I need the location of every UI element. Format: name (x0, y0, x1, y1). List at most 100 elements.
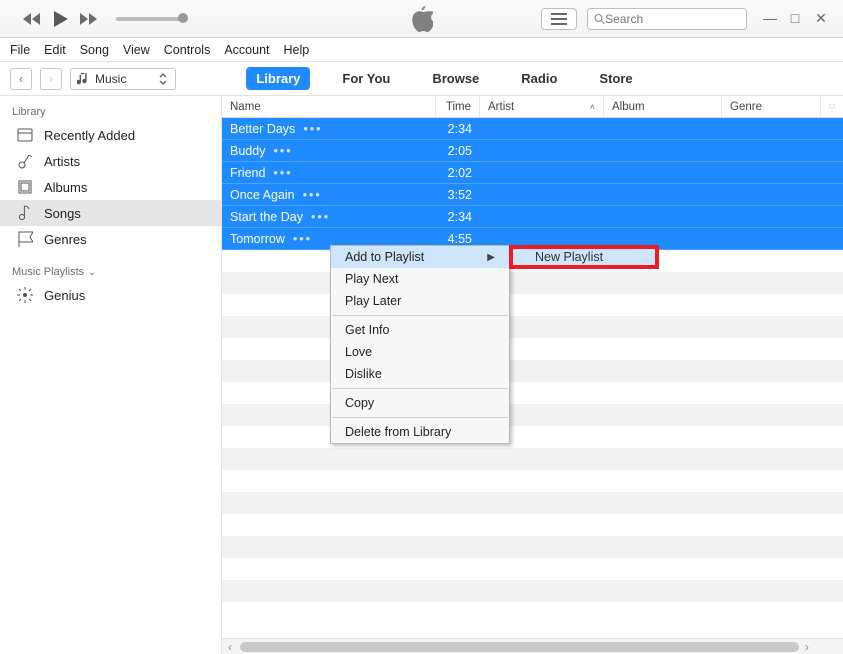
table-row (222, 536, 843, 558)
context-menu-item[interactable]: Add to Playlist▶ (331, 246, 509, 268)
table-row (222, 294, 843, 316)
volume-slider[interactable] (116, 17, 186, 21)
next-button[interactable] (78, 9, 98, 29)
tab-for-you[interactable]: For You (332, 67, 400, 90)
context-menu-item[interactable]: Delete from Library (331, 421, 509, 443)
list-view-button[interactable] (541, 8, 577, 30)
sidebar-item-recently-added[interactable]: Recently Added (0, 122, 221, 148)
scroll-left-icon[interactable]: ‹ (222, 640, 238, 654)
more-icon[interactable]: ••• (273, 144, 292, 158)
menu-song[interactable]: Song (80, 43, 109, 57)
context-menu-separator (332, 388, 508, 389)
menu-view[interactable]: View (123, 43, 150, 57)
table-row (222, 338, 843, 360)
nav-row: ‹ › Music Library For You Browse Radio S… (0, 62, 843, 96)
menu-help[interactable]: Help (284, 43, 310, 57)
forward-button[interactable]: › (40, 68, 62, 90)
col-time[interactable]: Time (436, 96, 480, 117)
tab-radio[interactable]: Radio (511, 67, 567, 90)
context-menu-item[interactable]: Love (331, 341, 509, 363)
sidebar-item-label: Albums (44, 180, 87, 195)
sidebar-header-playlists[interactable]: Music Playlists ⌄ (0, 262, 221, 282)
sidebar-item-label: Artists (44, 154, 80, 169)
prev-button[interactable] (22, 9, 42, 29)
sidebar-item-genres[interactable]: Genres (0, 226, 221, 252)
table-row (222, 382, 843, 404)
table-row (222, 492, 843, 514)
menu-edit[interactable]: Edit (44, 43, 66, 57)
context-menu-item[interactable]: Copy (331, 392, 509, 414)
horizontal-scrollbar[interactable]: ‹ › (222, 638, 843, 654)
content: Name Time Artist ˄ Album Genre Better Da… (222, 96, 843, 654)
player-controls (22, 9, 186, 29)
menu-account[interactable]: Account (224, 43, 269, 57)
song-name: Friend (230, 166, 265, 180)
sidebar-header-library: Library (0, 102, 221, 122)
sidebar-item-label: Songs (44, 206, 81, 221)
scroll-right-icon[interactable]: › (799, 640, 815, 654)
search-box[interactable] (587, 8, 747, 30)
table-row (222, 360, 843, 382)
source-selector[interactable]: Music (70, 68, 176, 90)
col-album[interactable]: Album (604, 96, 722, 117)
table-row (222, 316, 843, 338)
songs-icon (16, 205, 34, 221)
more-icon[interactable]: ••• (273, 166, 292, 180)
search-input[interactable] (605, 12, 740, 26)
tab-library[interactable]: Library (246, 67, 310, 90)
section-tabs: Library For You Browse Radio Store (246, 67, 642, 90)
minimize-button[interactable]: — (763, 10, 775, 27)
table-row[interactable]: Start the Day •••2:34 (222, 206, 843, 228)
col-love[interactable] (821, 96, 843, 117)
sidebar-item-label: Genius (44, 288, 85, 303)
table-row[interactable]: Buddy •••2:05 (222, 140, 843, 162)
sidebar-item-genius[interactable]: Genius (0, 282, 221, 308)
col-name[interactable]: Name (222, 96, 436, 117)
chevron-updown-icon (159, 73, 167, 85)
submenu-item-new-playlist[interactable]: New Playlist (513, 249, 655, 265)
col-genre[interactable]: Genre (722, 96, 821, 117)
song-name: Better Days (230, 122, 295, 136)
song-time: 2:02 (436, 166, 480, 180)
table-row (222, 558, 843, 580)
context-menu-item[interactable]: Play Next (331, 268, 509, 290)
song-time: 3:52 (436, 188, 480, 202)
genres-icon (16, 231, 34, 247)
table-row (222, 448, 843, 470)
context-menu[interactable]: Add to Playlist▶Play NextPlay Later Get I… (330, 245, 510, 444)
sidebar: Library Recently Added Artists Albums So… (0, 96, 222, 654)
play-button[interactable] (50, 9, 70, 29)
table-row[interactable]: Once Again ••• 3:52 (222, 184, 843, 206)
context-menu-item[interactable]: Dislike (331, 363, 509, 385)
table-row[interactable]: Friend ••• 2:02 (222, 162, 843, 184)
submenu-arrow-icon: ▶ (487, 252, 495, 263)
context-menu-item[interactable]: Get Info (331, 319, 509, 341)
context-menu-separator (332, 417, 508, 418)
sidebar-item-songs[interactable]: Songs (0, 200, 221, 226)
tab-browse[interactable]: Browse (422, 67, 489, 90)
col-artist[interactable]: Artist ˄ (480, 96, 604, 117)
maximize-button[interactable]: □ (789, 10, 801, 27)
context-menu-item[interactable]: Play Later (331, 290, 509, 312)
table-row (222, 602, 843, 624)
more-icon[interactable]: ••• (303, 122, 322, 136)
table-row[interactable]: Better Days •••2:34 (222, 118, 843, 140)
table-row (222, 470, 843, 492)
more-icon[interactable]: ••• (293, 232, 312, 246)
sidebar-item-albums[interactable]: Albums (0, 174, 221, 200)
sidebar-item-artists[interactable]: Artists (0, 148, 221, 174)
scroll-thumb[interactable] (240, 642, 799, 652)
more-icon[interactable]: ••• (303, 188, 322, 202)
music-note-icon (77, 72, 89, 86)
menu-file[interactable]: File (10, 43, 30, 57)
table-row (222, 580, 843, 602)
back-button[interactable]: ‹ (10, 68, 32, 90)
song-time: 2:05 (436, 144, 480, 158)
tab-store[interactable]: Store (589, 67, 642, 90)
more-icon[interactable]: ••• (311, 210, 330, 224)
song-name: Once Again (230, 188, 295, 202)
submenu-new-playlist-highlight: New Playlist (509, 245, 659, 269)
menu-controls[interactable]: Controls (164, 43, 211, 57)
close-button[interactable]: ✕ (815, 10, 827, 27)
song-rows: Better Days •••2:34Buddy •••2:05Friend •… (222, 118, 843, 638)
